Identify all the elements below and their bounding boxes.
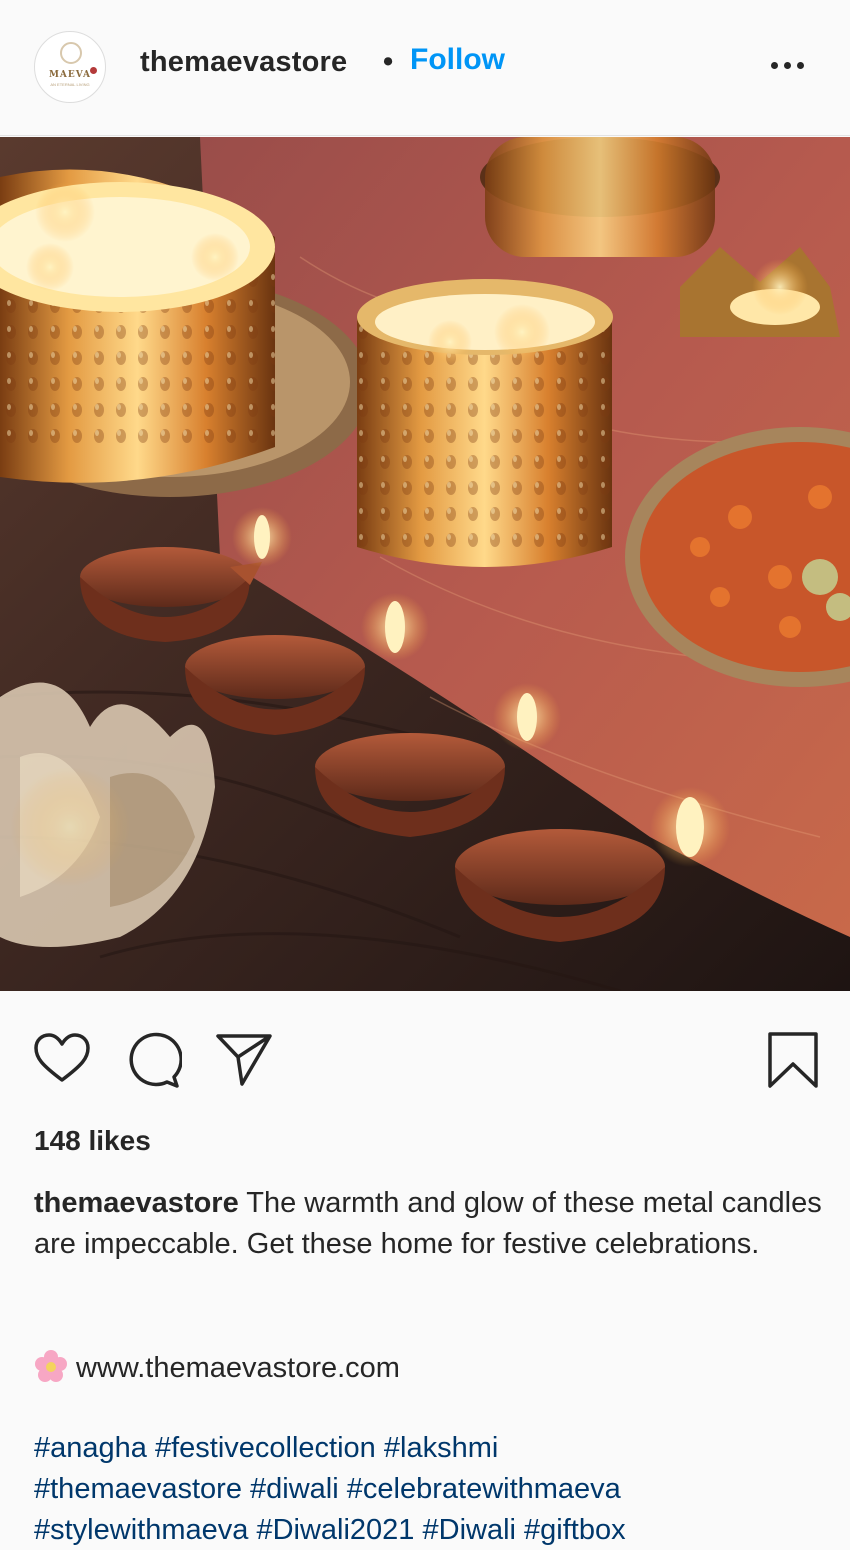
hashtag-link[interactable]: #stylewithmaeva bbox=[34, 1514, 248, 1546]
send-icon[interactable] bbox=[214, 1030, 274, 1090]
avatar[interactable]: MAEVA AN ETERNAL LIVING bbox=[34, 31, 106, 103]
logo-dot-icon bbox=[90, 67, 97, 74]
avatar-logo-subtext: AN ETERNAL LIVING bbox=[50, 82, 90, 87]
more-options-icon[interactable] bbox=[766, 50, 810, 80]
post-image[interactable] bbox=[0, 137, 850, 991]
comment-icon[interactable] bbox=[122, 1030, 183, 1090]
post-header: MAEVA AN ETERNAL LIVING themaevastore • … bbox=[0, 0, 850, 136]
bookmark-icon[interactable] bbox=[764, 1030, 824, 1090]
hashtag-link[interactable]: #Diwali2021 bbox=[256, 1514, 414, 1546]
logo-mark-icon bbox=[60, 42, 82, 64]
header-username[interactable]: themaevastore bbox=[140, 46, 347, 79]
caption: themaevastore The warmth and glow of the… bbox=[34, 1183, 824, 1265]
likes-count[interactable]: 148 likes bbox=[34, 1125, 151, 1157]
action-bar bbox=[0, 1030, 850, 1090]
hashtags: #anagha #festivecollection #lakshmi #the… bbox=[34, 1428, 834, 1550]
hashtag-link[interactable]: #celebratewithmaeva bbox=[347, 1473, 621, 1505]
header-separator: • bbox=[383, 46, 394, 78]
heart-icon[interactable] bbox=[32, 1030, 92, 1090]
website-text: www.themaevastore.com bbox=[76, 1352, 400, 1384]
hashtag-link[interactable]: #giftbox bbox=[524, 1514, 626, 1546]
hashtag-link[interactable]: #anagha bbox=[34, 1432, 147, 1464]
follow-button[interactable]: Follow bbox=[410, 43, 505, 77]
hashtag-link[interactable]: #diwali bbox=[250, 1473, 339, 1505]
caption-username[interactable]: themaevastore bbox=[34, 1187, 239, 1219]
flower-emoji-icon bbox=[34, 1349, 68, 1383]
hashtag-link[interactable]: #themaevastore bbox=[34, 1473, 242, 1505]
hashtag-link[interactable]: #Diwali bbox=[423, 1514, 516, 1546]
post-image-artwork bbox=[0, 137, 850, 991]
hashtag-link[interactable]: #festivecollection bbox=[155, 1432, 376, 1464]
website-line: www.themaevastore.com bbox=[34, 1349, 400, 1385]
hashtag-link[interactable]: #lakshmi bbox=[384, 1432, 498, 1464]
